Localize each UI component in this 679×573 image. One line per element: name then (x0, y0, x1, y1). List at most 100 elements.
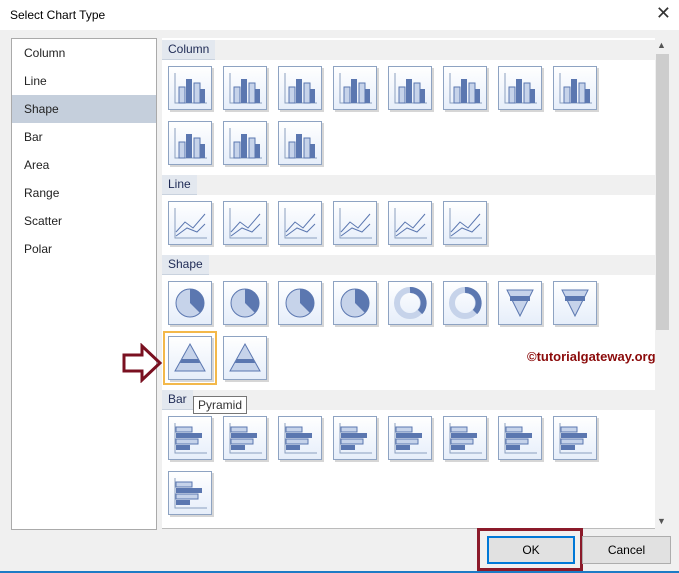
column-chart-11-icon (284, 128, 317, 159)
bar-chart-5-icon (394, 423, 427, 454)
section-shape: Shape (162, 255, 655, 275)
3d-funnel-tile[interactable] (553, 281, 597, 325)
3d-exploded-pie-tile[interactable] (333, 281, 377, 325)
scroll-down-icon[interactable]: ▼ (657, 516, 666, 526)
bar-chart-3-tile[interactable] (278, 416, 322, 460)
column-chart-5-tile[interactable] (388, 66, 432, 110)
bar-chart-8-icon (559, 423, 592, 454)
scroll-up-icon[interactable]: ▲ (657, 40, 666, 50)
line-chart-2-tile[interactable] (223, 201, 267, 245)
bar-chart-1-tile[interactable] (168, 416, 212, 460)
line-chart-1-icon (174, 208, 207, 239)
bar-chart-9-tile[interactable] (168, 471, 212, 515)
pyramid-icon (174, 342, 206, 372)
tooltip: Pyramid (193, 396, 248, 414)
funnel-icon (506, 289, 534, 318)
bar-chart-1-icon (174, 423, 207, 454)
pyramid-tile[interactable] (163, 331, 217, 385)
exploded-doughnut-tile[interactable] (443, 281, 487, 325)
line-chart-3-icon (284, 208, 317, 239)
category-polar[interactable]: Polar (12, 235, 156, 263)
column-chart-4-icon (339, 73, 372, 104)
bar-chart-9-icon (174, 478, 207, 509)
section-label: Shape (162, 255, 209, 275)
column-chart-8-tile[interactable] (553, 66, 597, 110)
line-chart-3-tile[interactable] (278, 201, 322, 245)
column-chart-6-icon (449, 73, 482, 104)
chart-type-gallery: Column Line Shape Bar (162, 38, 655, 529)
section-label: Bar (162, 390, 193, 410)
column-chart-7-icon (504, 73, 537, 104)
dialog-title: Select Chart Type (10, 8, 106, 22)
bar-chart-7-tile[interactable] (498, 416, 542, 460)
column-chart-1-tile[interactable] (168, 66, 212, 110)
exploded-pie-tile[interactable] (223, 281, 267, 325)
vertical-scrollbar[interactable]: ▲ ▼ (655, 38, 670, 528)
category-scatter[interactable]: Scatter (12, 207, 156, 235)
exploded-pie-icon (230, 288, 260, 318)
category-area[interactable]: Area (12, 151, 156, 179)
scrollbar-thumb[interactable] (656, 54, 669, 330)
bar-chart-4-icon (339, 423, 372, 454)
column-chart-4-tile[interactable] (333, 66, 377, 110)
pie-tile[interactable] (168, 281, 212, 325)
line-chart-1-tile[interactable] (168, 201, 212, 245)
bar-chart-2-icon (229, 423, 262, 454)
bar-chart-2-tile[interactable] (223, 416, 267, 460)
bar-chart-5-tile[interactable] (388, 416, 432, 460)
title-bar: Select Chart Type ✕ (0, 0, 679, 30)
bar-chart-8-tile[interactable] (553, 416, 597, 460)
watermark: ©tutorialgateway.org (527, 349, 656, 364)
line-chart-4-tile[interactable] (333, 201, 377, 245)
column-chart-9-tile[interactable] (168, 121, 212, 165)
line-chart-6-icon (449, 208, 482, 239)
column-chart-5-icon (394, 73, 427, 104)
3d-funnel-icon (561, 289, 589, 318)
3d-pie-icon (285, 288, 315, 318)
line-chart-5-tile[interactable] (388, 201, 432, 245)
chart-category-list: Column Line Shape Bar Area Range Scatter… (11, 38, 157, 530)
section-label: Line (162, 175, 197, 195)
bar-chart-4-tile[interactable] (333, 416, 377, 460)
column-chart-7-tile[interactable] (498, 66, 542, 110)
category-bar[interactable]: Bar (12, 123, 156, 151)
line-chart-4-icon (339, 208, 372, 239)
column-chart-3-icon (284, 73, 317, 104)
3d-pyramid-tile[interactable] (223, 336, 267, 380)
bar-chart-3-icon (284, 423, 317, 454)
bar-chart-7-icon (504, 423, 537, 454)
exploded-doughnut-icon (449, 287, 482, 319)
bar-chart-6-icon (449, 423, 482, 454)
funnel-tile[interactable] (498, 281, 542, 325)
section-label: Column (162, 40, 216, 60)
doughnut-icon (394, 287, 427, 319)
category-shape[interactable]: Shape (12, 95, 156, 123)
line-chart-6-tile[interactable] (443, 201, 487, 245)
column-chart-1-icon (174, 73, 207, 104)
3d-pie-tile[interactable] (278, 281, 322, 325)
ok-button[interactable]: OK (487, 536, 575, 564)
column-chart-2-icon (229, 73, 262, 104)
line-chart-2-icon (229, 208, 262, 239)
arrow-pointer-icon (122, 343, 163, 383)
3d-pyramid-icon (229, 342, 261, 372)
column-chart-8-icon (559, 73, 592, 104)
column-chart-9-icon (174, 128, 207, 159)
close-icon[interactable]: ✕ (656, 3, 671, 24)
column-chart-6-tile[interactable] (443, 66, 487, 110)
3d-exploded-pie-icon (340, 288, 370, 318)
line-chart-5-icon (394, 208, 427, 239)
section-line: Line (162, 175, 655, 195)
category-column[interactable]: Column (12, 39, 156, 67)
column-chart-10-tile[interactable] (223, 121, 267, 165)
doughnut-tile[interactable] (388, 281, 432, 325)
section-column: Column (162, 40, 655, 60)
column-chart-10-icon (229, 128, 262, 159)
cancel-button[interactable]: Cancel (582, 536, 671, 564)
category-line[interactable]: Line (12, 67, 156, 95)
column-chart-11-tile[interactable] (278, 121, 322, 165)
column-chart-3-tile[interactable] (278, 66, 322, 110)
bar-chart-6-tile[interactable] (443, 416, 487, 460)
column-chart-2-tile[interactable] (223, 66, 267, 110)
category-range[interactable]: Range (12, 179, 156, 207)
